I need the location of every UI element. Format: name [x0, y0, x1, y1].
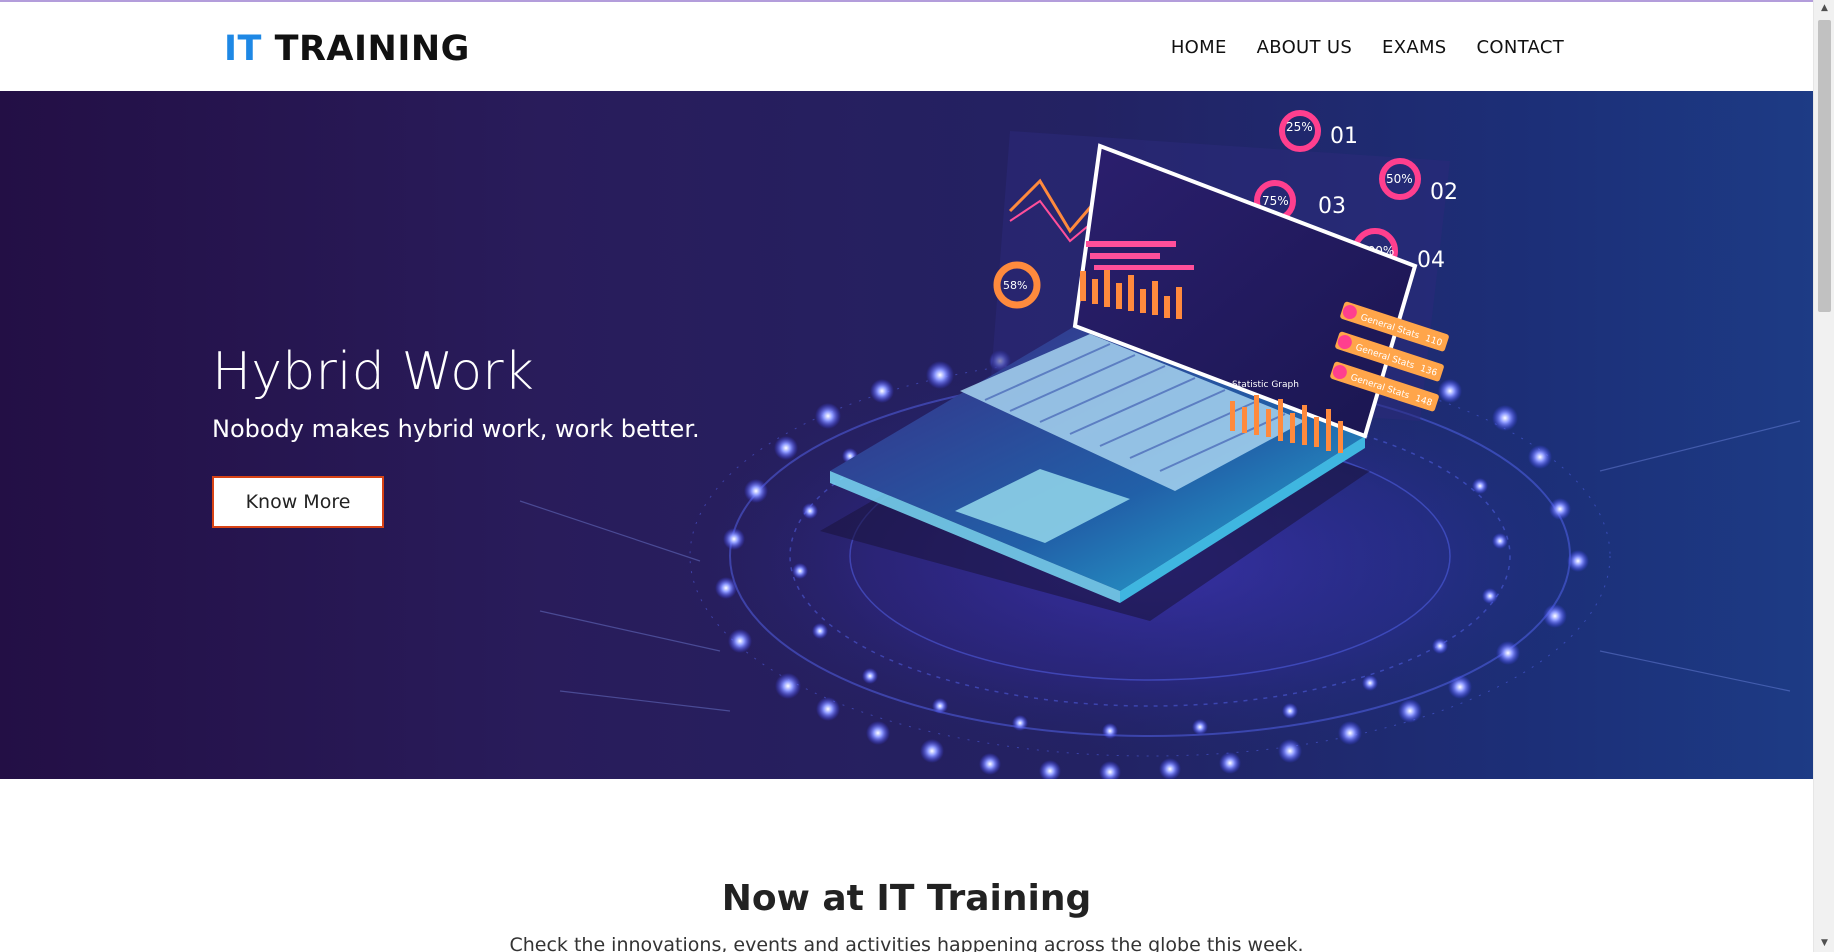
nav-exams[interactable]: EXAMS	[1382, 35, 1446, 61]
panel-number-03: 03	[1318, 194, 1346, 219]
main-nav: HOME ABOUT US EXAMS CONTACT	[1171, 35, 1564, 61]
panel-number-04: 04	[1417, 248, 1445, 273]
hero-title: Hybrid Work	[212, 342, 535, 402]
page-scrollbar[interactable]: ▲ ▼	[1813, 0, 1834, 952]
logo-it: IT	[224, 29, 262, 69]
donut-label-75: 75%	[1262, 194, 1289, 208]
panel-number-02: 02	[1430, 180, 1458, 205]
site-header: IT TRAINING HOME ABOUT US EXAMS CONTACT	[0, 2, 1813, 91]
hero-banner: 25% 50% 75% 100% 58% 01 02 03 04	[0, 91, 1813, 779]
graph-caption: Statistic Graph	[1232, 380, 1299, 390]
nav-contact[interactable]: CONTACT	[1477, 35, 1564, 61]
scroll-thumb[interactable]	[1818, 20, 1831, 312]
nav-home[interactable]: HOME	[1171, 35, 1227, 61]
logo-training: TRAINING	[274, 29, 470, 69]
donut-label-25: 25%	[1286, 120, 1313, 134]
scroll-down-arrow-icon[interactable]: ▼	[1814, 935, 1834, 952]
section-title: Now at IT Training	[721, 878, 1092, 919]
page: IT TRAINING HOME ABOUT US EXAMS CONTACT	[0, 0, 1834, 952]
scroll-up-arrow-icon[interactable]: ▲	[1814, 0, 1834, 17]
hero-subtitle: Nobody makes hybrid work, work better.	[212, 415, 700, 443]
donut-label-58: 58%	[1003, 279, 1027, 292]
panel-number-01: 01	[1330, 124, 1358, 149]
nav-about-us[interactable]: ABOUT US	[1257, 35, 1352, 61]
site-logo[interactable]: IT TRAINING	[224, 29, 470, 69]
donut-label-50: 50%	[1386, 172, 1413, 186]
section-subtitle: Check the innovations, events and activi…	[509, 934, 1304, 952]
know-more-button[interactable]: Know More	[212, 476, 384, 528]
